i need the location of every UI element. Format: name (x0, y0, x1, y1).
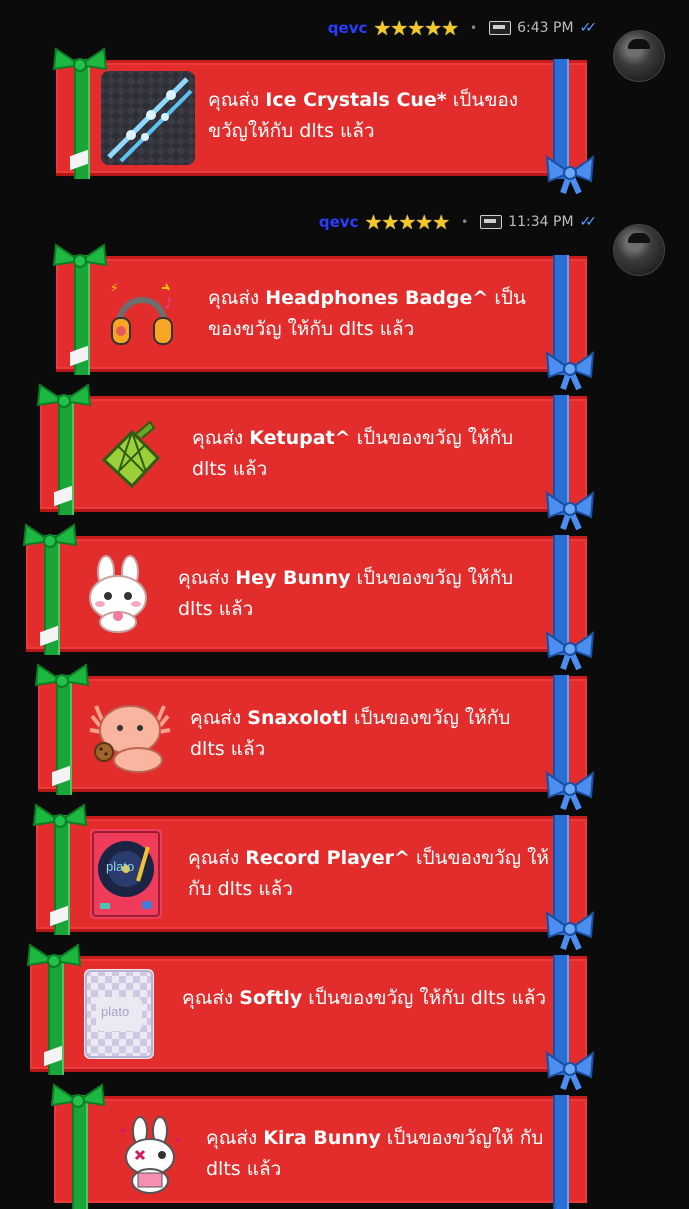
blue-bow-icon (545, 630, 595, 671)
blue-bow-icon (545, 490, 595, 531)
gift-card[interactable]: ✦ ✦ คุณส่ง Kira Bunny เป็นของขวัญให้ กับ … (50, 1083, 587, 1209)
gift-message: คุณส่ง Record Player^ เป็นของขวัญ ให้กับ… (188, 847, 549, 900)
axolotl-icon (82, 686, 178, 782)
gift-name: Headphones Badge^ (265, 287, 489, 309)
gift-name: Record Player^ (245, 847, 410, 869)
separator-dot: • (461, 215, 469, 229)
timestamp: 6:43 PM (517, 20, 574, 36)
green-bow-icon (36, 383, 92, 408)
username[interactable]: qevc (319, 213, 359, 231)
ice-cue-icon (101, 71, 195, 165)
star-rating-icon: ★★★★★ (364, 210, 450, 234)
svg-text:⚡: ⚡ (110, 281, 118, 295)
record-player-icon: plato (90, 829, 162, 919)
green-bow-icon (22, 523, 78, 548)
username[interactable]: qevc (328, 19, 368, 37)
gift-message: คุณส่ง Hey Bunny เป็นของขวัญ ให้กับ dlts… (178, 567, 514, 620)
gift-card[interactable]: ♪ ⚡ คุณส่ง Headphones Badge^ เป็นของขวัญ … (52, 243, 595, 391)
blue-ribbon (553, 1095, 569, 1209)
read-receipt-icon: ✓✓ (579, 214, 598, 230)
green-bow-icon (52, 243, 108, 268)
gift-card[interactable]: plato คุณส่ง Record Player^ เป็นของขวัญ … (32, 803, 595, 951)
gift-name: Kira Bunny (263, 1127, 381, 1149)
headphones-icon: ♪ ⚡ (102, 274, 182, 354)
read-receipt-icon: ✓✓ (579, 20, 598, 36)
gift-name: Ketupat^ (249, 427, 351, 449)
green-bow-icon (52, 47, 108, 72)
gift-card[interactable]: คุณส่ง Ice Crystals Cue* เป็นของขวัญให้ก… (52, 47, 595, 195)
brand-label: plato (101, 1004, 130, 1019)
gift-name: Snaxolotl (247, 707, 348, 729)
gift-card[interactable]: คุณส่ง Snaxolotl เป็นของขวัญ ให้กับ dlts… (34, 663, 595, 811)
separator-dot: • (470, 21, 478, 35)
svg-text:✦: ✦ (174, 1135, 182, 1146)
green-bow-icon (26, 943, 82, 968)
green-bow-icon (32, 803, 88, 828)
gift-message: คุณส่ง Ketupat^ เป็นของขวัญ ให้กับ dlts … (192, 427, 514, 480)
gift-message: คุณส่ง Ice Crystals Cue* เป็นของขวัญให้ก… (208, 89, 519, 142)
softly-card-icon: plato (84, 969, 154, 1059)
blue-bow-icon (545, 1050, 595, 1091)
message-header: qevc ★★★★★ • 11:34 PM ✓✓ (319, 210, 598, 234)
device-icon (489, 21, 512, 35)
device-icon (480, 215, 503, 229)
gift-card[interactable]: คุณส่ง Hey Bunny เป็นของขวัญ ให้กับ dlts… (22, 523, 595, 671)
svg-text:♪: ♪ (164, 296, 173, 312)
avatar[interactable] (613, 224, 665, 276)
timestamp: 11:34 PM (508, 214, 574, 230)
gift-message: คุณส่ง Headphones Badge^ เป็นของขวัญ ให้… (208, 287, 526, 340)
gift-name: Ice Crystals Cue* (265, 89, 447, 111)
blue-bow-icon (545, 910, 595, 951)
star-rating-icon: ★★★★★ (373, 16, 459, 40)
green-bow-icon (50, 1083, 106, 1108)
blue-bow-icon (545, 154, 595, 195)
blue-bow-icon (545, 350, 595, 391)
avatar[interactable] (613, 30, 665, 82)
gift-card[interactable]: คุณส่ง Ketupat^ เป็นของขวัญ ให้กับ dlts … (36, 383, 595, 531)
gift-message: คุณส่ง Kira Bunny เป็นของขวัญให้ กับ dlt… (206, 1127, 544, 1180)
message-header: qevc ★★★★★ • 6:43 PM ✓✓ (328, 16, 598, 40)
blue-bow-icon (545, 770, 595, 811)
brand-label: plato (106, 859, 135, 874)
gift-card[interactable]: plato คุณส่ง Softly เป็นของขวัญ ให้กับ d… (26, 943, 595, 1091)
bunny-icon (78, 554, 158, 634)
gift-message: คุณส่ง Snaxolotl เป็นของขวัญ ให้กับ dlts… (190, 707, 511, 760)
kira-bunny-icon: ✦ ✦ (110, 1115, 190, 1195)
ketupat-icon (92, 414, 172, 494)
gift-name: Hey Bunny (235, 567, 351, 589)
gift-name: Softly (239, 987, 303, 1009)
svg-text:✦: ✦ (118, 1124, 128, 1138)
gift-message: คุณส่ง Softly เป็นของขวัญ ให้กับ dlts แล… (182, 987, 547, 1009)
